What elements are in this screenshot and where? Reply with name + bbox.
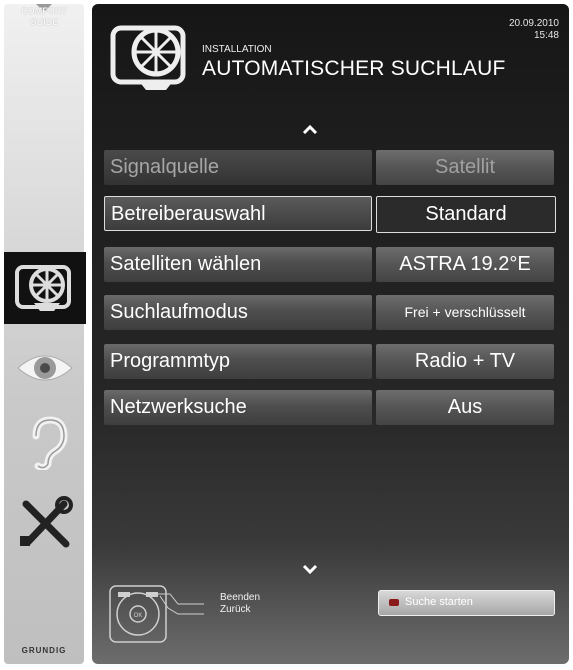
menu-row-betreiberauswahl[interactable]: Betreiberauswahl Standard — [104, 196, 556, 233]
menu-row-label: Betreiberauswahl — [104, 196, 372, 231]
time-text: 15:48 — [533, 30, 559, 41]
menu-row-signalquelle: Signalquelle Satellit — [104, 150, 554, 185]
comfort-guide-label[interactable]: COMFORT GUIDE — [4, 6, 84, 28]
menu-row-label: Netzwerksuche — [104, 390, 372, 425]
start-search-button[interactable]: Suche starten — [378, 590, 555, 616]
menu-row-label: Satelliten wählen — [104, 247, 372, 282]
remote-ok-text: OK — [134, 613, 143, 619]
satellite-dish-icon — [15, 265, 71, 311]
back-hint: Zurück — [220, 604, 251, 615]
chevron-up-icon[interactable] — [302, 124, 318, 134]
page-title: AUTOMATISCHER SUCHLAUF — [202, 57, 506, 80]
menu-row-label: Signalquelle — [104, 150, 372, 185]
menu-row-netzwerksuche[interactable]: Netzwerksuche Aus — [104, 390, 554, 425]
menu-row-programmtyp[interactable]: Programmtyp Radio + TV — [104, 344, 554, 379]
brand-logo: GRUNDIG — [21, 646, 67, 655]
section-label: INSTALLATION — [202, 44, 272, 55]
menu-row-value[interactable]: Aus — [376, 390, 554, 425]
menu-row-value[interactable]: Standard — [376, 196, 556, 233]
menu-row-label: Programmtyp — [104, 344, 372, 379]
menu-row-value: Satellit — [376, 150, 554, 185]
menu-row-label: Suchlaufmodus — [104, 295, 372, 330]
remote-control-icon: OK — [109, 585, 204, 643]
menu-row-value[interactable]: Radio + TV — [376, 344, 554, 379]
eye-icon[interactable] — [14, 340, 76, 396]
date-text: 20.09.2010 — [508, 18, 559, 29]
tools-icon[interactable] — [14, 496, 76, 552]
menu-row-suchlaufmodus[interactable]: Suchlaufmodus Frei + verschlüsselt — [104, 295, 554, 330]
exit-hint: Beenden — [220, 592, 261, 603]
menu-row-satelliten-waehlen[interactable]: Satelliten wählen ASTRA 19.2°E — [104, 247, 554, 282]
red-button-icon — [389, 599, 399, 606]
menu-row-value[interactable]: ASTRA 19.2°E — [376, 247, 554, 282]
main-panel: 20.09.2010 15:48 INSTALLATION AUTOMATISC… — [92, 4, 569, 664]
start-search-label: Suche starten — [405, 596, 473, 608]
ear-icon[interactable] — [14, 414, 76, 470]
chevron-down-icon[interactable] — [302, 564, 318, 574]
datetime: 20.09.2010 15:48 — [509, 18, 559, 42]
sidebar: COMFORT GUIDE GRUNDIG — [4, 4, 86, 664]
satellite-dish-icon — [110, 25, 186, 90]
menu-row-value[interactable]: Frei + verschlüsselt — [376, 295, 554, 330]
